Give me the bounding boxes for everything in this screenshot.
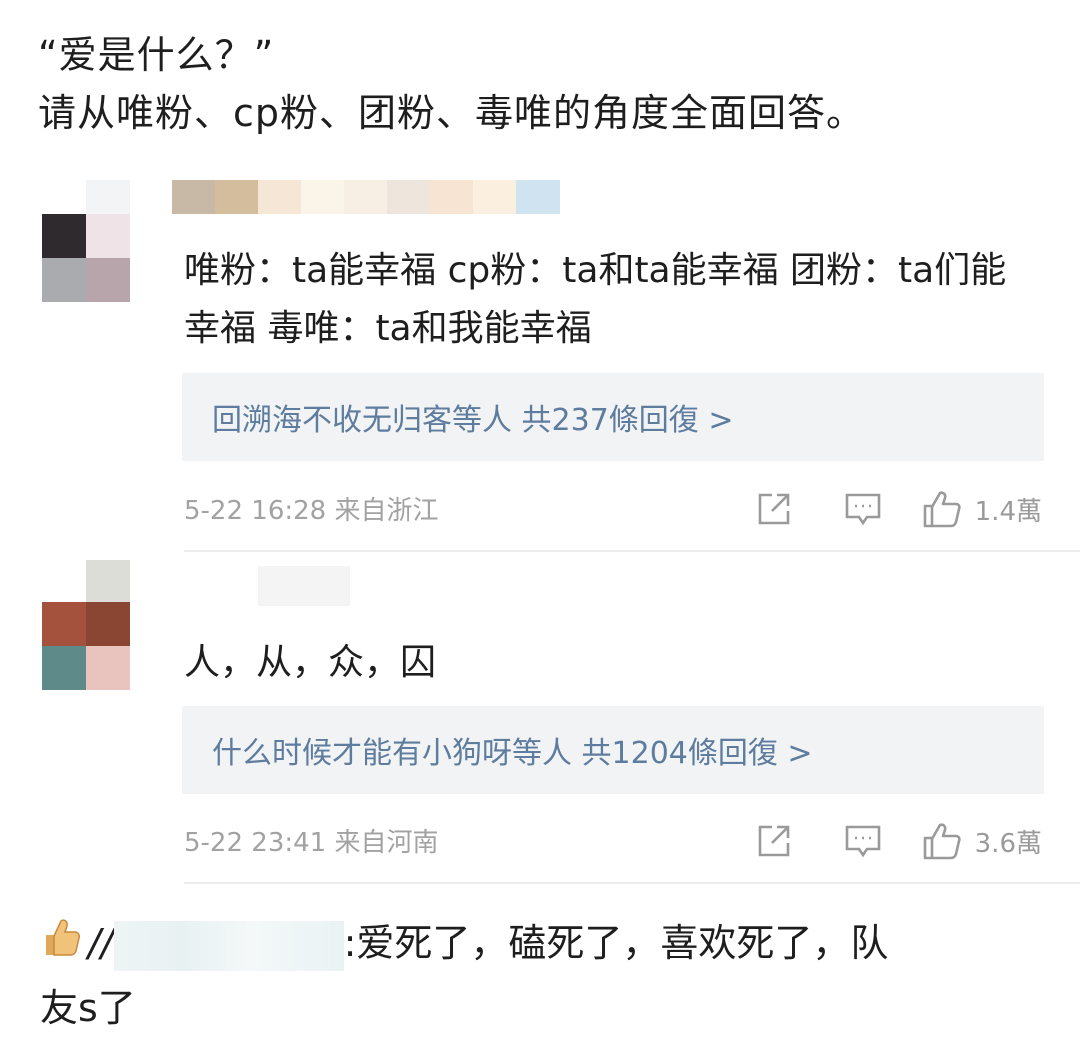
quote-prefix: //	[88, 921, 114, 965]
reply-summary-box[interactable]: 什么时候才能有小狗呀等人 共1204條回復 >	[182, 706, 1044, 794]
comment-actions: 3.6萬	[755, 820, 1042, 862]
comment-actions: 1.4萬	[755, 488, 1042, 530]
comment-divider	[184, 550, 1080, 552]
comment-location: 来自河南	[334, 828, 439, 858]
comment-text: 唯粉：ta能幸福 cp粉：ta和ta能幸福 团粉：ta们能幸福 毒唯：ta和我能…	[184, 250, 1007, 349]
avatar-blur	[86, 180, 130, 214]
quote-text-line1: :爱死了，磕死了，喜欢死了，队	[343, 921, 889, 965]
share-icon[interactable]	[755, 822, 793, 860]
thumbs-up-emoji-icon	[40, 915, 82, 977]
avatar[interactable]	[42, 214, 130, 302]
quote-text-line2: 友s了	[40, 985, 136, 1030]
like-count: 3.6萬	[974, 828, 1042, 859]
comment-meta: 5-22 23:41 来自河南	[184, 822, 438, 859]
comment-time: 5-22 16:28	[184, 496, 327, 526]
quoted-repost: // :爱死了，磕死了，喜欢死了，队 友s了	[40, 912, 1050, 1039]
avatar[interactable]	[42, 602, 130, 690]
like-icon[interactable]	[921, 488, 963, 530]
username-blurred[interactable]	[172, 180, 560, 214]
comment-divider	[184, 882, 1080, 884]
username-blurred[interactable]	[258, 566, 350, 606]
quoted-username-blurred[interactable]	[113, 920, 344, 971]
post-title: “爱是什么？”	[38, 33, 275, 77]
comment-time: 5-22 23:41	[184, 828, 327, 858]
comment-icon[interactable]	[843, 490, 883, 528]
like-count: 1.4萬	[974, 496, 1042, 527]
comment-text: 人，从，众，囚	[184, 642, 437, 683]
comment-location: 来自浙江	[334, 496, 439, 526]
post-body: 请从唯粉、cp粉、团粉、毒唯的角度全面回答。	[38, 91, 866, 135]
like-icon[interactable]	[921, 820, 963, 862]
reply-summary-link[interactable]: 回溯海不收无归客等人 共237條回復 >	[212, 395, 733, 439]
reply-summary-box[interactable]: 回溯海不收无归客等人 共237條回復 >	[182, 373, 1044, 461]
share-icon[interactable]	[755, 490, 793, 528]
post-question: “爱是什么？” 请从唯粉、cp粉、团粉、毒唯的角度全面回答。	[38, 26, 1048, 142]
comment-icon[interactable]	[843, 822, 883, 860]
avatar-blur	[86, 560, 130, 602]
comment-meta: 5-22 16:28 来自浙江	[184, 490, 438, 527]
reply-summary-link[interactable]: 什么时候才能有小狗呀等人 共1204條回復 >	[212, 728, 813, 772]
